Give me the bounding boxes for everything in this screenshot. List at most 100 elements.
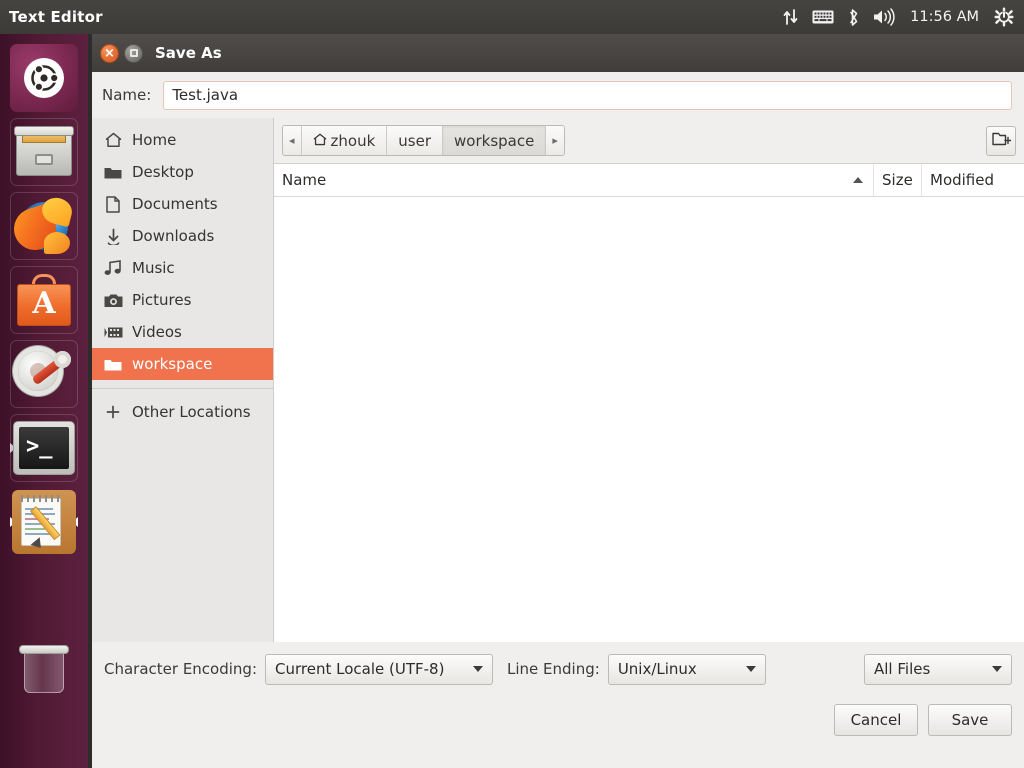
- sidebar-item-label: Downloads: [132, 227, 215, 245]
- sidebar-item-documents[interactable]: Documents: [92, 188, 273, 220]
- places-sidebar: Home Desktop Documents Downloads Music P…: [92, 118, 274, 642]
- name-input[interactable]: [163, 80, 1012, 110]
- places-separator: [92, 388, 273, 389]
- sidebar-item-videos[interactable]: Videos: [92, 316, 273, 348]
- column-label: Size: [882, 171, 913, 189]
- breadcrumb-next-button[interactable]: ▸: [546, 126, 564, 155]
- create-folder-button[interactable]: [986, 125, 1016, 156]
- sidebar-item-music[interactable]: Music: [92, 252, 273, 284]
- top-panel: Text Editor 11:56 AM: [0, 0, 1024, 34]
- sidebar-item-label: Documents: [132, 195, 218, 213]
- chevron-down-icon: [745, 666, 756, 672]
- pathbar-row: ◂ zhouk user workspace ▸: [274, 118, 1024, 164]
- breadcrumb-label: workspace: [454, 131, 535, 150]
- keyboard-icon[interactable]: [812, 5, 834, 29]
- sidebar-item-label: Other Locations: [132, 403, 251, 421]
- line-ending-select[interactable]: Unix/Linux: [607, 653, 766, 685]
- file-filter-select[interactable]: All Files: [864, 653, 1012, 685]
- name-label: Name:: [102, 86, 152, 104]
- launcher-item-text-editor[interactable]: [10, 488, 78, 556]
- file-list-header: Name Size Modified: [274, 164, 1024, 197]
- files-icon: [13, 124, 75, 180]
- line-ending-value: Unix/Linux: [617, 660, 697, 678]
- column-label: Name: [282, 171, 327, 189]
- ubuntu-logo-icon: [10, 44, 78, 112]
- maximize-button[interactable]: [124, 43, 143, 63]
- sidebar-item-label: workspace: [132, 355, 213, 373]
- column-header-size[interactable]: Size: [874, 164, 922, 196]
- breadcrumb: ◂ zhouk user workspace ▸: [282, 125, 565, 156]
- camera-icon: [102, 291, 124, 309]
- sidebar-item-downloads[interactable]: Downloads: [92, 220, 273, 252]
- character-encoding-select[interactable]: Current Locale (UTF-8): [265, 653, 494, 685]
- document-icon: [102, 195, 124, 213]
- file-list[interactable]: [274, 197, 1024, 642]
- music-icon: [102, 259, 124, 277]
- sidebar-item-label: Music: [132, 259, 175, 277]
- plus-icon: [102, 403, 124, 421]
- bluetooth-icon[interactable]: [847, 5, 860, 29]
- breadcrumb-label: zhouk: [330, 131, 376, 150]
- app-menu-title[interactable]: Text Editor: [9, 8, 103, 26]
- chevron-down-icon: [473, 666, 484, 672]
- file-filter-value: All Files: [874, 660, 931, 678]
- character-encoding-label: Character Encoding:: [104, 660, 258, 678]
- sidebar-item-label: Home: [132, 131, 177, 149]
- trash-icon: [16, 639, 72, 697]
- launcher-item-firefox[interactable]: [10, 192, 78, 260]
- settings-gear-wrench-icon: [14, 345, 74, 403]
- clock[interactable]: 11:56 AM: [908, 9, 981, 25]
- maximize-icon: [129, 49, 138, 57]
- sidebar-item-label: Desktop: [132, 163, 194, 181]
- video-icon: [102, 323, 124, 341]
- home-icon: [313, 132, 327, 150]
- volume-icon[interactable]: [873, 5, 895, 29]
- folder-icon: [102, 163, 124, 181]
- launcher-item-system-settings[interactable]: [10, 340, 78, 408]
- unity-launcher: A >_: [0, 34, 88, 768]
- breadcrumb-item-zhouk[interactable]: zhouk: [301, 126, 388, 155]
- save-as-dialog: × Save As Name: Home: [92, 34, 1024, 768]
- character-encoding-value: Current Locale (UTF-8): [275, 660, 445, 678]
- download-icon: [102, 227, 124, 245]
- text-editor-icon: [12, 490, 76, 554]
- name-row: Name:: [92, 72, 1024, 118]
- column-header-name[interactable]: Name: [274, 164, 874, 196]
- launcher-item-files[interactable]: [10, 118, 78, 186]
- sidebar-item-home[interactable]: Home: [92, 124, 273, 156]
- column-header-modified[interactable]: Modified: [922, 164, 1024, 196]
- indicator-area: 11:56 AM: [783, 5, 1024, 29]
- sidebar-item-desktop[interactable]: Desktop: [92, 156, 273, 188]
- breadcrumb-prev-button[interactable]: ◂: [283, 126, 302, 155]
- breadcrumb-item-user[interactable]: user: [387, 126, 444, 155]
- folder-icon: [102, 355, 124, 373]
- sidebar-item-pictures[interactable]: Pictures: [92, 284, 273, 316]
- launcher-item-trash[interactable]: [10, 634, 78, 702]
- options-row: Character Encoding: Current Locale (UTF-…: [104, 642, 1012, 696]
- file-pane: ◂ zhouk user workspace ▸ Name Size Modif…: [274, 118, 1024, 642]
- launcher-item-ubuntu-software[interactable]: A: [10, 266, 78, 334]
- dialog-title: Save As: [155, 44, 222, 62]
- dialog-body: Home Desktop Documents Downloads Music P…: [92, 118, 1024, 642]
- column-label: Modified: [930, 171, 995, 189]
- chevron-down-icon: [992, 666, 1002, 672]
- session-power-icon[interactable]: [994, 5, 1014, 29]
- sidebar-item-workspace[interactable]: workspace: [92, 348, 273, 380]
- terminal-icon: >_: [13, 421, 75, 475]
- action-row: Cancel Save: [104, 696, 1012, 744]
- breadcrumb-item-workspace[interactable]: workspace: [443, 126, 547, 155]
- breadcrumb-label: user: [398, 131, 432, 150]
- launcher-item-ubuntu-dash[interactable]: [10, 44, 78, 112]
- network-icon[interactable]: [783, 5, 799, 29]
- sidebar-item-label: Pictures: [132, 291, 192, 309]
- firefox-icon: [10, 194, 75, 256]
- cancel-button[interactable]: Cancel: [834, 704, 918, 736]
- close-button[interactable]: ×: [100, 43, 119, 63]
- sidebar-item-label: Videos: [132, 323, 182, 341]
- sidebar-item-other-locations[interactable]: Other Locations: [92, 396, 273, 428]
- home-icon: [102, 131, 124, 149]
- launcher-item-terminal[interactable]: >_: [10, 414, 78, 482]
- close-icon: ×: [104, 45, 115, 61]
- save-button[interactable]: Save: [928, 704, 1012, 736]
- dialog-titlebar[interactable]: × Save As: [92, 34, 1024, 72]
